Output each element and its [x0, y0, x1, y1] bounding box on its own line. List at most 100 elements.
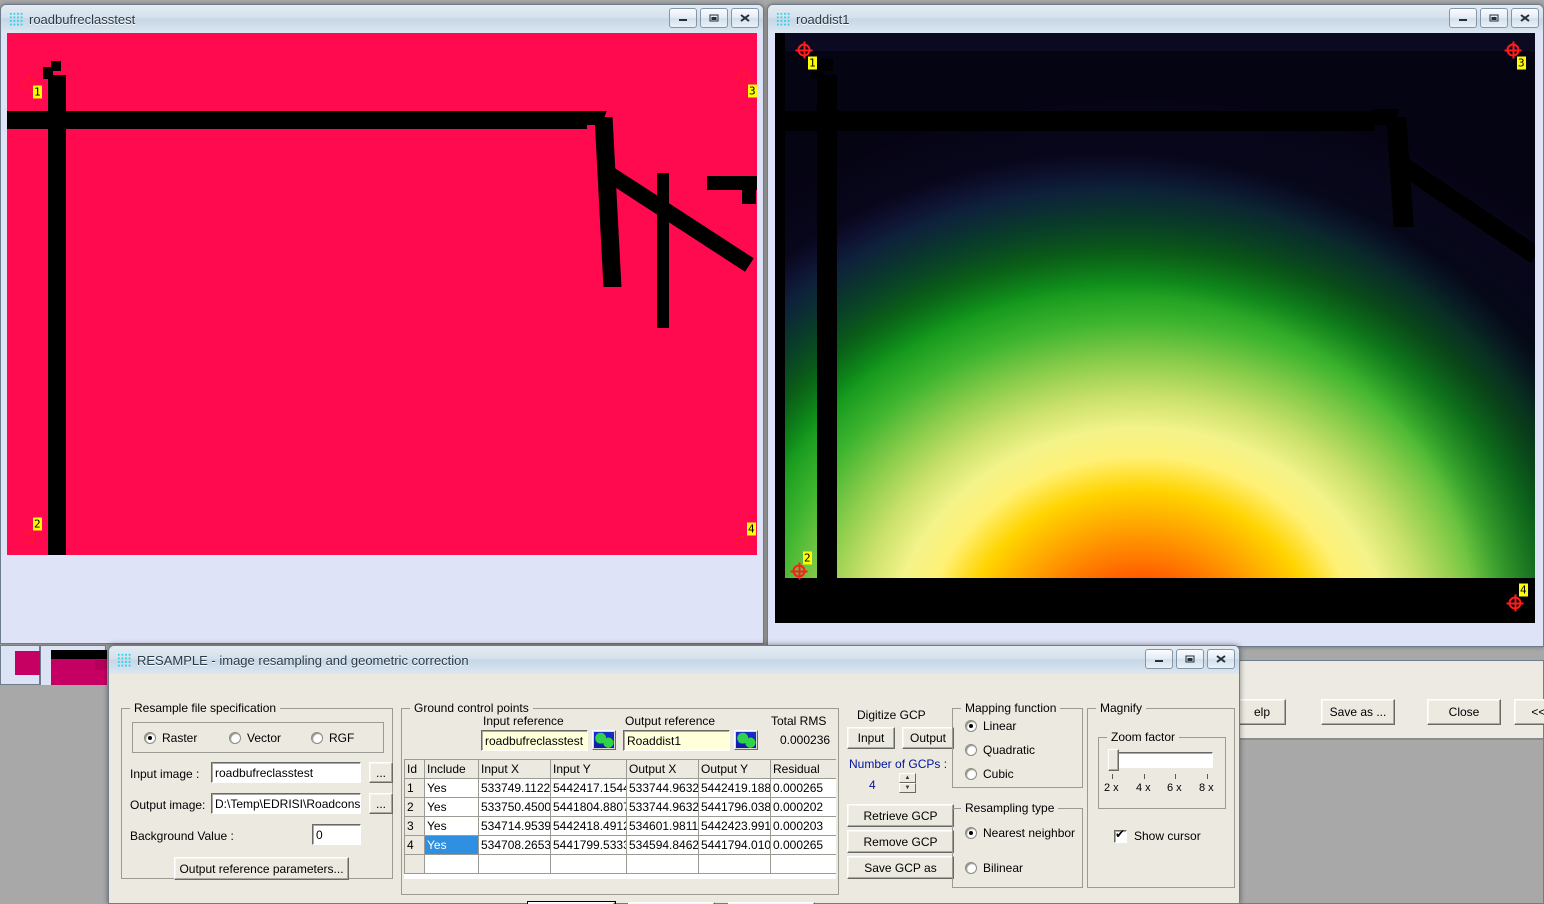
table-row[interactable]: 2 Yes 533750.45000 5441804.8807 533744.9… [405, 798, 837, 817]
globe-picker-icon-input[interactable] [592, 730, 616, 750]
close-icon[interactable] [731, 8, 759, 28]
zoom-slider-thumb[interactable] [1108, 749, 1119, 771]
cell-output-y[interactable]: 5441796.0387 [699, 798, 771, 817]
show-cursor-checkbox[interactable]: Show cursor [1114, 829, 1201, 843]
close-icon[interactable] [1511, 8, 1539, 28]
table-row[interactable]: 4 Yes 534708.26530 5441799.5333 534594.8… [405, 836, 837, 855]
cell-include[interactable]: Yes [425, 836, 479, 855]
minimize-icon[interactable] [1449, 8, 1477, 28]
gcp-label-1: 1 [808, 57, 817, 70]
output-image-field[interactable]: D:\Temp\EDRISI\Roadconstr [211, 793, 361, 814]
cell-output-y[interactable] [699, 855, 771, 874]
restore-icon[interactable] [1176, 649, 1204, 669]
cell-include[interactable]: Yes [425, 817, 479, 836]
cell-include[interactable]: Yes [425, 798, 479, 817]
cell-residual: 0.000265 [771, 836, 837, 855]
background-help-button[interactable]: elp [1238, 699, 1286, 725]
radio-raster[interactable]: Raster [144, 731, 197, 745]
radio-quadratic[interactable]: Quadratic [965, 743, 1035, 757]
window-roadbufreclasstest[interactable]: roadbufreclasstest [0, 4, 764, 644]
radio-bilinear[interactable]: Bilinear [965, 861, 1023, 875]
window-roaddist1[interactable]: roaddist1 [767, 4, 1544, 647]
close-icon[interactable] [1207, 649, 1235, 669]
cell-input-x[interactable]: 533750.45000 [479, 798, 551, 817]
gcp-marker-2[interactable] [793, 565, 806, 578]
minimize-icon[interactable] [669, 8, 697, 28]
group-resampling-type: Resampling type Nearest neighbor Bilinea… [952, 808, 1083, 888]
cell-output-x[interactable]: 534594.84620 [627, 836, 699, 855]
output-reference-parameters-button[interactable]: Output reference parameters... [174, 857, 349, 880]
input-image-browse-button[interactable]: ... [369, 762, 393, 783]
titlebar-resample[interactable]: RESAMPLE - image resampling and geometri… [109, 646, 1239, 674]
spinner-up-icon[interactable]: ▲ [899, 773, 916, 783]
titlebar-right-raster[interactable]: roaddist1 [768, 5, 1543, 33]
dialog-body: Resample file specification Raster Vecto… [109, 674, 1239, 903]
background-value-field[interactable]: 0 [312, 824, 361, 845]
cell-output-y[interactable]: 5441794.0100 [699, 836, 771, 855]
digitize-input-button[interactable]: Input [847, 727, 895, 749]
cell-input-x[interactable] [479, 855, 551, 874]
gcp-marker-2[interactable] [23, 531, 36, 544]
background-thumbnail-window-a[interactable] [0, 645, 40, 685]
cell-input-x[interactable]: 534714.95396 [479, 817, 551, 836]
output-reference-field[interactable]: Roaddist1 [623, 730, 730, 751]
window-title-text: roaddist1 [796, 12, 849, 27]
raster-canvas-left[interactable]: 1 2 3 4 [1, 33, 763, 643]
table-row-empty[interactable] [405, 855, 837, 874]
retrieve-gcp-button[interactable]: Retrieve GCP [847, 804, 954, 827]
gcp-marker-4[interactable] [736, 536, 749, 549]
gcp-table[interactable]: Id Include Input X Input Y Output X Outp… [404, 759, 836, 874]
cell-output-x[interactable]: 533744.96321 [627, 779, 699, 798]
cell-output-x[interactable] [627, 855, 699, 874]
dialog-resample[interactable]: RESAMPLE - image resampling and geometri… [108, 645, 1240, 904]
cell-input-y[interactable]: 5441799.5333 [551, 836, 627, 855]
zoom-slider-track[interactable] [1111, 752, 1213, 768]
restore-icon[interactable] [700, 8, 728, 28]
value-total-rms: 0.000236 [780, 733, 830, 747]
radio-linear[interactable]: Linear [965, 719, 1016, 733]
cell-output-y[interactable]: 5442423.9915 [699, 817, 771, 836]
globe-picker-icon-output[interactable] [734, 730, 758, 750]
cell-output-x[interactable]: 534601.98110 [627, 817, 699, 836]
remove-gcp-button[interactable]: Remove GCP [847, 830, 954, 853]
output-image-browse-button[interactable]: ... [369, 793, 393, 814]
cell-output-y[interactable]: 5442419.1888 [699, 779, 771, 798]
cell-input-y[interactable]: 5442418.4912 [551, 817, 627, 836]
minimize-icon[interactable] [1145, 649, 1173, 669]
cell-output-x[interactable]: 533744.96321 [627, 798, 699, 817]
background-save-as-button[interactable]: Save as ... [1321, 699, 1395, 725]
input-image-field[interactable]: roadbufreclasstest [211, 762, 361, 783]
spinner-down-icon[interactable]: ▼ [899, 783, 916, 793]
radio-nearest-neighbor[interactable]: Nearest neighbor [965, 826, 1075, 840]
gcp-count-spinner[interactable]: ▲ ▼ [899, 773, 916, 793]
cell-input-x[interactable]: 534708.26530 [479, 836, 551, 855]
table-row[interactable]: 3 Yes 534714.95396 5442418.4912 534601.9… [405, 817, 837, 836]
gcp-table-wrap[interactable]: Id Include Input X Input Y Output X Outp… [404, 759, 836, 879]
titlebar-left-raster[interactable]: roadbufreclasstest [1, 5, 763, 33]
save-gcp-as-button[interactable]: Save GCP as [847, 856, 954, 879]
cell-include[interactable] [425, 855, 479, 874]
input-reference-field[interactable]: roadbufreclasstest [481, 730, 588, 751]
cell-input-y[interactable]: 5442417.1544 [551, 779, 627, 798]
cell-input-y[interactable] [551, 855, 627, 874]
table-row[interactable]: 1 Yes 533749.11227 5442417.1544 533744.9… [405, 779, 837, 798]
background-close-button[interactable]: Close [1427, 699, 1501, 725]
radio-vector[interactable]: Vector [229, 731, 281, 745]
cell-residual [771, 855, 837, 874]
gcp-marker-3[interactable] [738, 72, 751, 85]
gcp-marker-1[interactable] [798, 44, 811, 57]
cell-input-x[interactable]: 533749.11227 [479, 779, 551, 798]
radio-rgf[interactable]: RGF [311, 731, 354, 745]
cell-include[interactable]: Yes [425, 779, 479, 798]
background-collapse-button[interactable]: << B [1514, 699, 1544, 725]
raster-canvas-right[interactable]: 1 2 3 4 [768, 33, 1543, 646]
gcp-marker-4[interactable] [1509, 597, 1522, 610]
radio-cubic[interactable]: Cubic [965, 767, 1014, 781]
restore-icon[interactable] [1480, 8, 1508, 28]
gcp-marker-3[interactable] [1507, 44, 1520, 57]
radio-label-rgf: RGF [329, 731, 354, 745]
cell-input-y[interactable]: 5441804.8807 [551, 798, 627, 817]
group-ground-control-points: Ground control points Input reference ro… [401, 708, 839, 895]
digitize-output-button[interactable]: Output [902, 727, 954, 749]
background-dialog[interactable]: elp Save as ... Close << B [1232, 660, 1544, 904]
